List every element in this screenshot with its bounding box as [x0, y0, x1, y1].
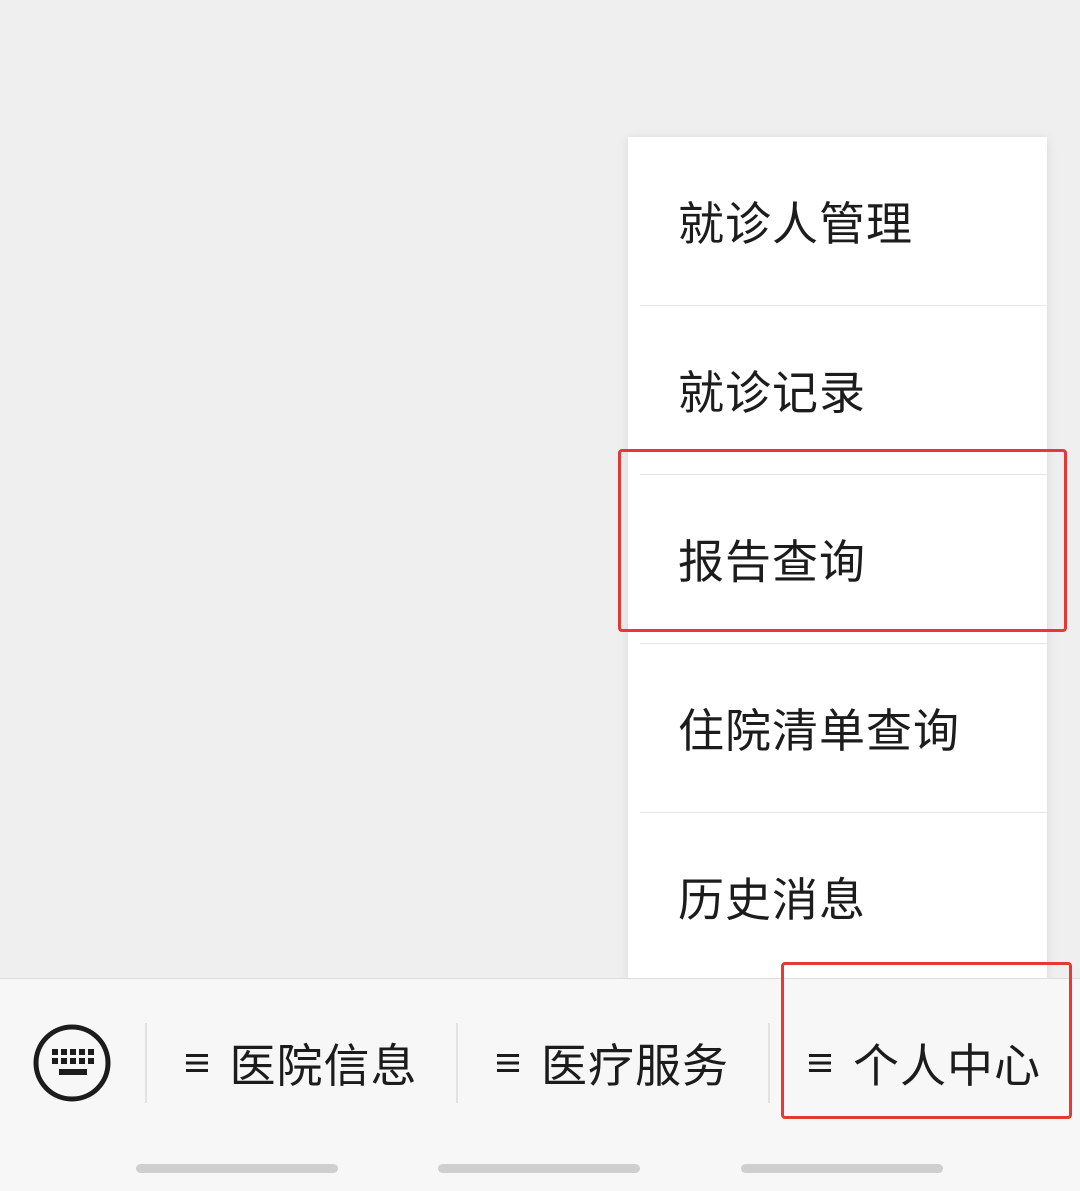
submenu-divider	[640, 643, 1047, 644]
menu-tab-label: 个人中心	[853, 1039, 1041, 1093]
submenu-item-label: 报告查询	[678, 535, 866, 589]
tab-indicator-bar	[741, 1164, 943, 1173]
menu-lines-icon	[185, 1054, 208, 1072]
menu-lines-icon	[809, 1054, 831, 1072]
menu-lines-icon	[497, 1054, 519, 1072]
submenu-item-report-query[interactable]: 报告查询	[628, 475, 1047, 643]
submenu-item-label: 就诊人管理	[678, 197, 913, 251]
submenu-item-visit-records[interactable]: 就诊记录	[628, 306, 1047, 474]
menu-tab-label: 医院信息	[229, 1039, 418, 1093]
submenu-divider	[640, 474, 1047, 475]
submenu-divider	[640, 305, 1047, 306]
submenu-item-inpatient-bill-query[interactable]: 住院清单查询	[628, 644, 1047, 812]
bottom-menu-bar: 医院信息 医疗服务 个人中心	[0, 978, 1080, 1191]
keyboard-toggle-button[interactable]	[30, 1021, 114, 1105]
menu-tab-hospital-info[interactable]: 医院信息	[147, 1019, 456, 1107]
submenu-item-message-history[interactable]: 历史消息	[628, 813, 1047, 981]
submenu-item-label: 住院清单查询	[678, 704, 960, 758]
personal-center-submenu: 就诊人管理 就诊记录 报告查询 住院清单查询 历史消息	[628, 137, 1047, 978]
submenu-divider	[640, 812, 1047, 813]
submenu-item-label: 历史消息	[678, 873, 866, 927]
tab-indicator-bar	[438, 1164, 640, 1173]
menu-tab-medical-services[interactable]: 医疗服务	[458, 1019, 768, 1107]
menu-tab-personal-center[interactable]: 个人中心	[770, 1019, 1080, 1107]
submenu-item-patient-management[interactable]: 就诊人管理	[628, 137, 1047, 305]
tab-indicator-bar	[136, 1164, 338, 1173]
submenu-item-label: 就诊记录	[678, 366, 866, 420]
keyboard-icon	[33, 1024, 111, 1102]
menu-tab-label: 医疗服务	[541, 1039, 729, 1093]
